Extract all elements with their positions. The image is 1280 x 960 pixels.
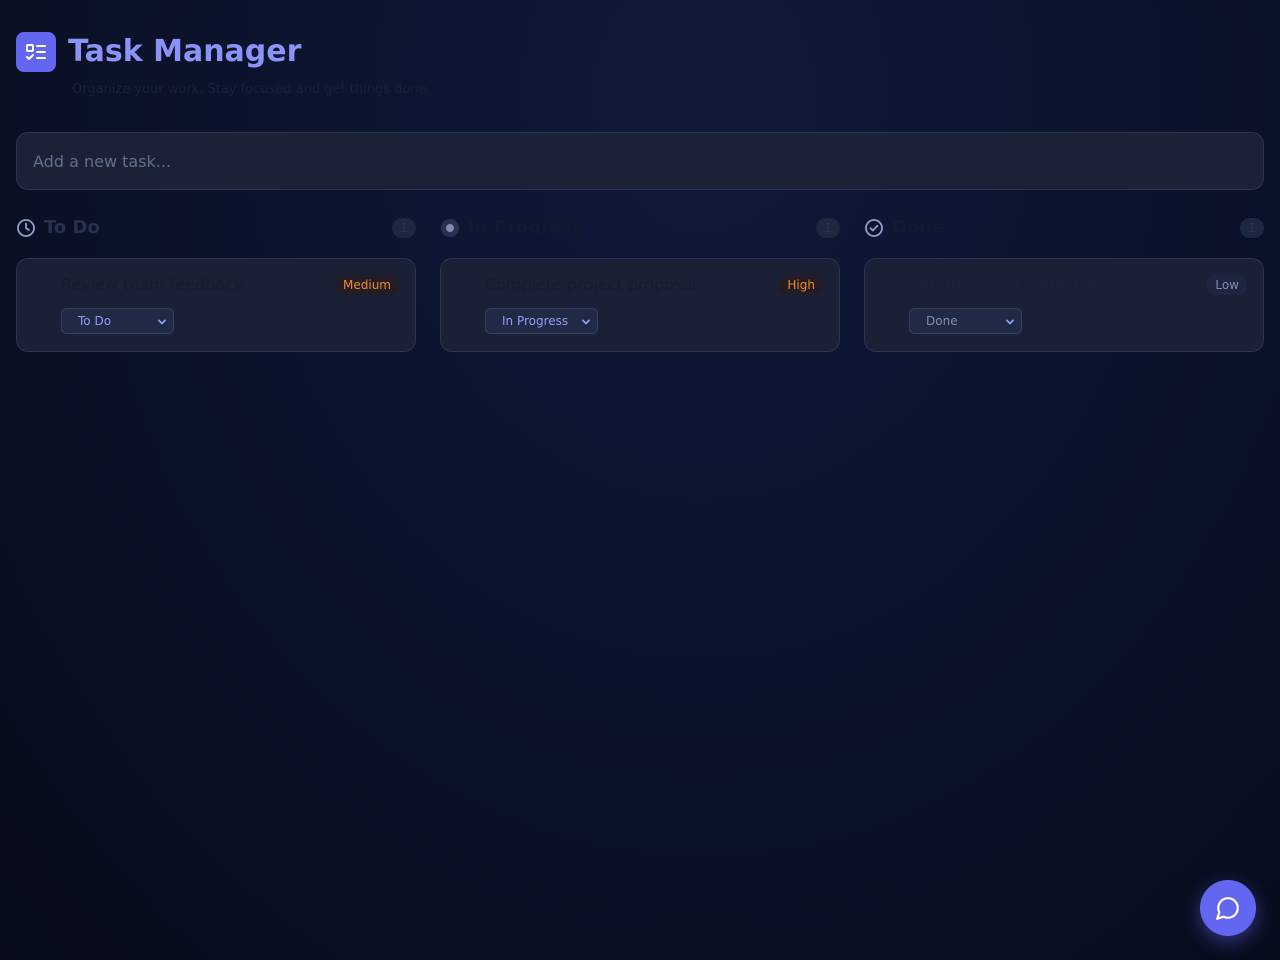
chevron-down-icon xyxy=(582,319,590,325)
column-header: In Progress 1 xyxy=(440,216,840,240)
status-select[interactable]: Done xyxy=(909,308,1022,334)
status-select-value: To Do xyxy=(78,314,112,328)
task-title: Set up project workspace xyxy=(909,275,1113,294)
app-subtitle: Organize your work. Stay focused and get… xyxy=(72,82,431,97)
task-title: Complete project proposal xyxy=(485,275,697,294)
task-card[interactable]: Complete project proposal High In Progre… xyxy=(440,258,840,352)
priority-badge: High xyxy=(779,275,823,295)
column-count-badge: 1 xyxy=(392,218,416,238)
chevron-down-icon xyxy=(158,319,166,325)
task-card[interactable]: Review team feedback Medium To Do xyxy=(16,258,416,352)
status-select[interactable]: To Do xyxy=(61,308,174,334)
priority-badge: Medium xyxy=(335,275,399,295)
column-todo: To Do 1 Review team feedback Medium To D… xyxy=(16,216,416,352)
new-task-input[interactable] xyxy=(16,132,1264,190)
clock-icon xyxy=(17,219,35,237)
dot-icon xyxy=(441,219,459,237)
chevron-down-icon xyxy=(1006,319,1014,325)
chat-bubble-icon xyxy=(1216,897,1239,920)
priority-badge: Low xyxy=(1207,275,1247,295)
status-select[interactable]: In Progress xyxy=(485,308,598,334)
column-header: Done 1 xyxy=(864,216,1264,240)
column-title: In Progress xyxy=(468,217,584,238)
column-done: Done 1 Set up project workspace Low Done xyxy=(864,216,1264,352)
task-list-icon xyxy=(16,32,56,72)
app-title: Task Manager xyxy=(68,34,302,69)
check-circle-icon xyxy=(865,219,883,237)
column-title: To Do xyxy=(44,217,100,238)
chat-button[interactable] xyxy=(1200,880,1256,936)
task-title: Review team feedback xyxy=(61,275,244,294)
task-card[interactable]: Set up project workspace Low Done xyxy=(864,258,1264,352)
column-title: Done xyxy=(892,217,945,238)
status-select-value: In Progress xyxy=(502,314,569,328)
column-count-badge: 1 xyxy=(1240,218,1264,238)
status-select-value: Done xyxy=(926,314,958,328)
column-header: To Do 1 xyxy=(16,216,416,240)
column-in-progress: In Progress 1 Complete project proposal … xyxy=(440,216,840,352)
column-count-badge: 1 xyxy=(816,218,840,238)
